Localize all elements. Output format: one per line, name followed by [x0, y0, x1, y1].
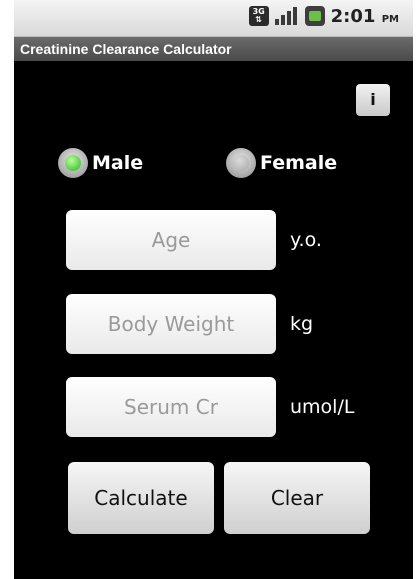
status-bar: 3G ⇅ 2:01 PM: [14, 0, 413, 37]
app-title: Creatinine Clearance Calculator: [14, 37, 413, 61]
radio-female-label: Female: [260, 152, 338, 174]
phone-screen: 3G ⇅ 2:01 PM Creatinine Clearance Calcul…: [14, 0, 413, 579]
weight-unit: kg: [290, 313, 314, 335]
radio-male-label: Male: [92, 152, 144, 174]
clear-button[interactable]: Clear: [224, 462, 370, 534]
weight-input[interactable]: Body Weight: [66, 294, 276, 354]
radio-male[interactable]: Male: [58, 148, 143, 178]
calculate-button[interactable]: Calculate: [68, 462, 214, 534]
age-input[interactable]: Age: [66, 210, 276, 270]
3g-icon: 3G ⇅: [248, 6, 269, 26]
serum-cr-input[interactable]: Serum Cr: [66, 377, 276, 437]
radio-female[interactable]: Female: [226, 148, 337, 178]
clock: 2:01 PM: [330, 5, 399, 27]
battery-icon: [304, 6, 325, 26]
info-button[interactable]: i: [356, 84, 390, 116]
radio-selected-icon[interactable]: [58, 148, 88, 178]
age-unit: y.o.: [290, 229, 322, 251]
serum-cr-unit: umol/L: [290, 396, 355, 418]
radio-unselected-icon[interactable]: [226, 148, 256, 178]
status-icons: 3G ⇅ 2:01 PM: [248, 5, 399, 27]
signal-icon: [274, 5, 299, 27]
